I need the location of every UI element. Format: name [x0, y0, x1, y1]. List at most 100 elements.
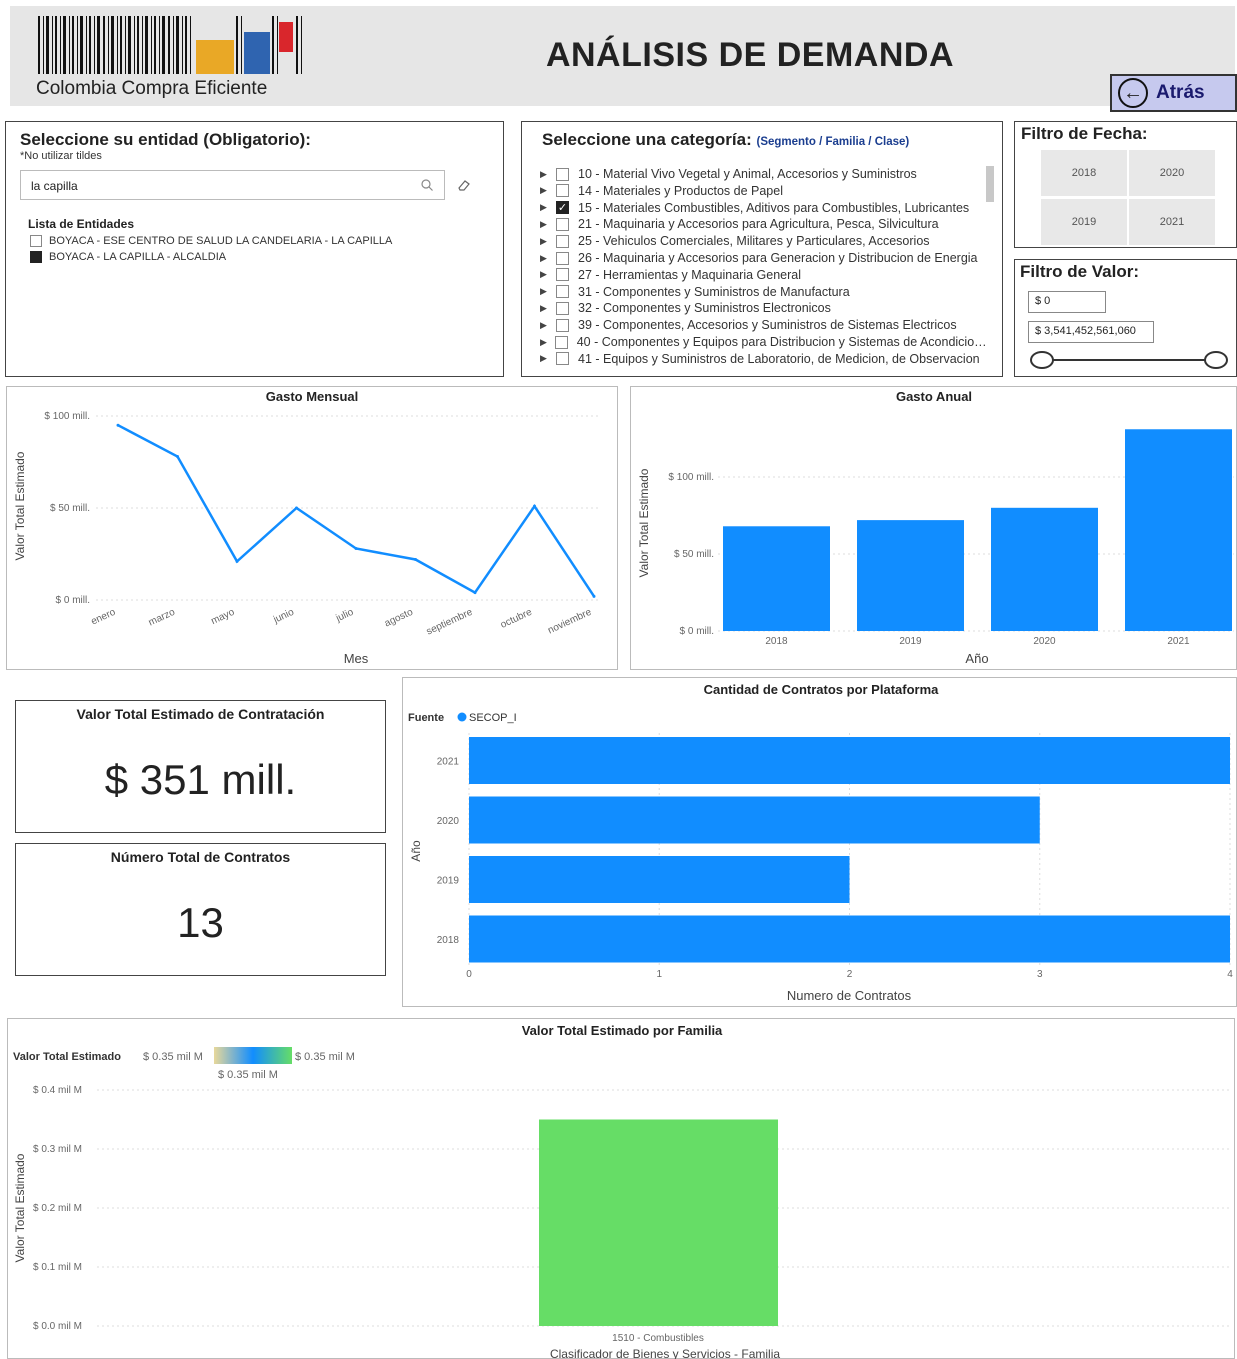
value-slider-min-handle[interactable] [1030, 351, 1054, 369]
checkbox[interactable] [554, 335, 568, 349]
x-tick-label: julio [334, 607, 356, 625]
date-filter-title: Filtro de Fecha: [1021, 124, 1148, 143]
x-tick-label: junio [271, 607, 296, 627]
x-tick-label: 2 [847, 969, 853, 980]
checkbox-checked[interactable] [30, 251, 42, 263]
category-item[interactable]: ▶ 14 - Materiales y Productos de Papel [540, 184, 990, 198]
bar [1125, 429, 1232, 631]
checkbox[interactable] [556, 184, 569, 198]
checkbox[interactable] [556, 318, 569, 332]
y-tick-label: 2021 [437, 757, 460, 768]
date-tile[interactable]: 2019 [1041, 199, 1127, 245]
category-item[interactable]: ▶ 31 - Componentes y Suministros de Manuf… [540, 285, 990, 299]
bar [469, 737, 1230, 784]
entity-item[interactable]: BOYACA - ESE CENTRO DE SALUD LA CANDELAR… [30, 235, 392, 247]
y-tick-label: $ 0.0 mil M [33, 1321, 82, 1332]
expand-arrow-icon[interactable]: ▶ [540, 286, 556, 297]
category-scrollbar[interactable] [986, 166, 994, 202]
y-axis-title: Valor Total Estimado [13, 451, 27, 560]
category-item[interactable]: ▶ 21 - Maquinaria y Accesorios para Agric… [540, 217, 990, 231]
kpi-total-value: $ 351 mill. [104, 756, 297, 803]
value-slider-max-handle[interactable] [1204, 351, 1228, 369]
legend-min-label: $ 0.35 mil M [143, 1051, 203, 1063]
x-tick-label: 2020 [1033, 636, 1056, 647]
bar [469, 856, 850, 903]
legend-title: Fuente [408, 712, 444, 724]
category-item-label: 15 - Materiales Combustibles, Aditivos p… [578, 200, 970, 215]
x-tick-label: enero [89, 607, 117, 628]
expand-arrow-icon[interactable]: ▶ [540, 236, 556, 247]
expand-arrow-icon[interactable]: ▶ [540, 202, 556, 213]
y-tick-label: 2018 [437, 935, 460, 946]
category-item[interactable]: ▶ 32 - Componentes y Suministros Electron… [540, 301, 990, 315]
expand-arrow-icon[interactable]: ▶ [540, 269, 556, 280]
checkbox-checked[interactable]: ✓ [556, 201, 569, 215]
expand-arrow-icon[interactable]: ▶ [540, 219, 556, 230]
category-item[interactable]: ▶ 26 - Maquinaria y Accesorios para Gener… [540, 251, 990, 265]
y-tick-label: $ 50 mill. [674, 549, 714, 560]
x-tick-label: 1 [656, 969, 662, 980]
category-item[interactable]: ▶ 41 - Equipos y Suministros de Laborator… [540, 352, 990, 366]
checkbox[interactable] [556, 217, 569, 231]
entity-search-input[interactable]: la capilla [20, 170, 445, 200]
expand-arrow-icon[interactable]: ▶ [540, 169, 556, 180]
gasto-mensual-chart: Gasto Mensual $ 0 mill. $ 50 mill. $ 100 mi… [13, 389, 598, 666]
y-tick-label: 2020 [437, 816, 460, 827]
bar [857, 520, 964, 631]
expand-arrow-icon[interactable]: ▶ [540, 353, 556, 364]
checkbox[interactable] [556, 285, 569, 299]
legend-title: Valor Total Estimado [13, 1051, 121, 1063]
entity-item[interactable]: BOYACA - LA CAPILLA - ALCALDIA [30, 251, 226, 263]
date-tile[interactable]: 2018 [1041, 150, 1127, 196]
category-item[interactable]: ▶ 25 - Vehiculos Comerciales, Militares y… [540, 234, 990, 248]
category-item[interactable]: ▶ 10 - Material Vivo Vegetal y Animal, Ac… [540, 167, 990, 181]
expand-arrow-icon[interactable]: ▶ [540, 337, 555, 348]
category-item[interactable]: ▶ 40 - Componentes y Equipos para Distrib… [540, 335, 990, 349]
expand-arrow-icon[interactable]: ▶ [540, 320, 556, 331]
value-min-input[interactable]: $ 0 [1028, 291, 1106, 313]
y-tick-label: $ 0 mill. [56, 595, 90, 606]
back-button[interactable]: ← Atrás [1110, 74, 1237, 112]
date-tile[interactable]: 2021 [1129, 199, 1215, 245]
eraser-icon[interactable] [456, 178, 472, 192]
legend-label: SECOP_I [469, 712, 517, 724]
entity-item-label: BOYACA - ESE CENTRO DE SALUD LA CANDELAR… [49, 235, 393, 247]
series-line [117, 424, 596, 597]
data-point [116, 423, 120, 427]
checkbox[interactable] [30, 235, 42, 247]
legend-mid-label: $ 0.35 mil M [218, 1069, 278, 1081]
expand-arrow-icon[interactable]: ▶ [540, 303, 556, 314]
checkbox[interactable] [556, 301, 569, 315]
checkbox[interactable] [556, 352, 569, 366]
category-item[interactable]: ▶ ✓ 15 - Materiales Combustibles, Aditivos… [540, 201, 990, 215]
y-tick-label: $ 0.3 mil M [33, 1144, 82, 1155]
category-item[interactable]: ▶ 39 - Componentes, Accesorios y Suminist… [540, 318, 990, 332]
chart-title: Gasto Anual [896, 389, 972, 404]
search-icon[interactable] [420, 178, 434, 192]
category-item-label: 21 - Maquinaria y Accesorios para Agricu… [578, 217, 939, 232]
value-slider-track[interactable] [1042, 359, 1216, 361]
data-point [295, 506, 298, 510]
x-tick-label: 1510 - Combustibles [612, 1333, 704, 1344]
x-tick-label: 2018 [765, 636, 788, 647]
checkbox[interactable] [556, 234, 569, 248]
checkbox[interactable] [556, 167, 569, 181]
expand-arrow-icon[interactable]: ▶ [540, 185, 556, 196]
checkbox[interactable] [556, 251, 569, 265]
valor-familia-chart: Valor Total Estimado por Familia Valor To… [13, 1023, 1229, 1359]
category-item-label: 32 - Componentes y Suministros Electroni… [578, 301, 831, 316]
x-tick-label: 2019 [899, 636, 922, 647]
x-axis-title: Año [965, 651, 988, 666]
category-item[interactable]: ▶ 27 - Herramientas y Maquinaria General [540, 268, 990, 282]
data-point [592, 594, 596, 598]
value-max-input[interactable]: $ 3,541,452,561,060 [1028, 321, 1154, 343]
legend-max-label: $ 0.35 mil M [295, 1051, 355, 1063]
category-item-label: 26 - Maquinaria y Accesorios para Genera… [578, 251, 978, 265]
checkbox[interactable] [556, 268, 569, 282]
date-tile[interactable]: 2020 [1129, 150, 1215, 196]
expand-arrow-icon[interactable]: ▶ [540, 253, 556, 264]
back-button-label: Atrás [1156, 82, 1205, 103]
logo-text: Colombia Compra Eficiente [36, 78, 268, 99]
category-item-label: 39 - Componentes, Accesorios y Suministr… [578, 318, 957, 333]
category-item-label: 31 - Componentes y Suministros de Manufa… [578, 284, 850, 299]
